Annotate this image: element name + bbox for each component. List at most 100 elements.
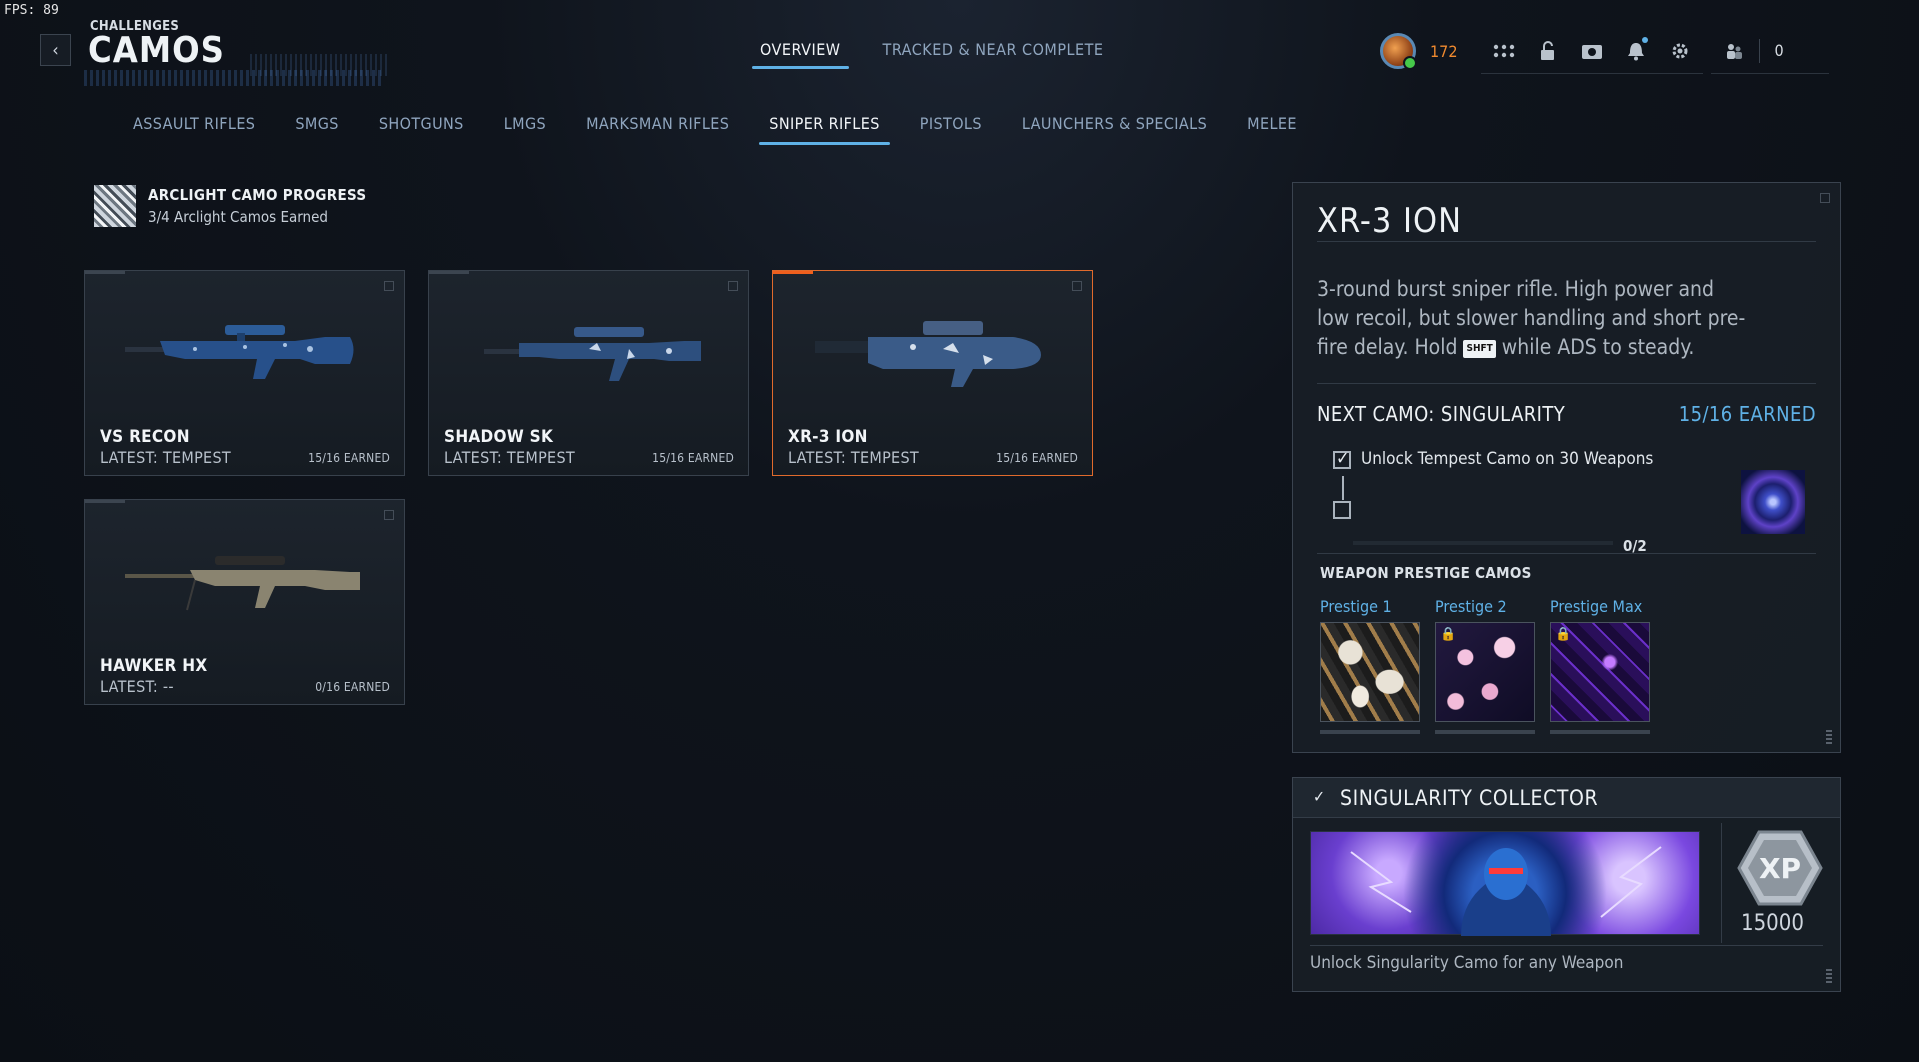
lock-icon: 🔒 xyxy=(1555,627,1572,642)
tab-overview[interactable]: OVERVIEW xyxy=(752,40,849,69)
tab-lmgs[interactable]: LMGS xyxy=(504,114,546,145)
party-icon[interactable] xyxy=(1723,40,1745,62)
divider xyxy=(1317,383,1816,384)
tab-launchers-specials[interactable]: LAUNCHERS & SPECIALS xyxy=(1022,114,1207,145)
notification-dot xyxy=(1642,36,1649,43)
panel-corner xyxy=(1820,193,1830,203)
tab-smgs[interactable]: SMGS xyxy=(295,114,338,145)
prestige-label: Prestige Max xyxy=(1550,597,1643,616)
weapon-card-vs-recon[interactable]: VS RECON LATEST: TEMPEST 15/16 EARNED xyxy=(84,270,405,476)
prestige-camo-tile: 🔒 xyxy=(1435,622,1535,722)
divider xyxy=(1317,241,1816,242)
sniper-rifle-image xyxy=(484,327,701,381)
prestige-label: Prestige 2 xyxy=(1435,597,1507,616)
prestige-camo-2[interactable]: Prestige 2 🔒 xyxy=(1435,597,1535,734)
title-decoration xyxy=(250,54,390,76)
sniper-rifle-image xyxy=(125,325,354,379)
card-corner xyxy=(384,281,394,291)
xp-reward-amount: 15000 xyxy=(1741,911,1804,936)
card-accent xyxy=(429,271,469,274)
divider xyxy=(1759,38,1761,63)
arclight-camo-thumbnail xyxy=(94,185,136,227)
requirement-checkbox xyxy=(1333,501,1351,519)
tab-assault-rifles[interactable]: ASSAULT RIFLES xyxy=(133,114,255,145)
prestige-camo-1[interactable]: Prestige 1 xyxy=(1320,597,1420,734)
requirement-text: Unlock Tempest Camo on 30 Weapons xyxy=(1361,449,1654,469)
arclight-subtitle: 3/4 Arclight Camos Earned xyxy=(148,208,328,226)
chevron-left-icon: ‹ xyxy=(52,39,59,61)
weapon-name: XR-3 ION xyxy=(788,427,868,447)
description-text: while ADS to steady. xyxy=(1495,335,1695,359)
party-count: 0 xyxy=(1774,41,1784,60)
card-accent xyxy=(773,271,813,274)
quick-icons xyxy=(1481,28,1704,74)
singularity-camo-thumbnail[interactable] xyxy=(1741,470,1805,534)
collector-reward-banner xyxy=(1310,831,1700,936)
gear-icon[interactable] xyxy=(1669,40,1691,62)
lock-icon: 🔒 xyxy=(1440,627,1457,642)
tab-marksman-rifles[interactable]: MARKSMAN RIFLES xyxy=(586,114,729,145)
next-camo-label: NEXT CAMO: SINGULARITY xyxy=(1317,402,1566,426)
arclight-progress[interactable]: ARCLIGHT CAMO PROGRESS 3/4 Arclight Camo… xyxy=(94,185,366,227)
resize-handle-icon xyxy=(1826,730,1832,744)
weapon-earned-count: 0/16 EARNED xyxy=(315,680,390,694)
tab-sniper-rifles[interactable]: SNIPER RIFLES xyxy=(759,114,891,145)
grid-icon[interactable] xyxy=(1493,40,1515,62)
weapon-latest-camo: LATEST: -- xyxy=(100,677,174,696)
divider xyxy=(1721,823,1722,943)
prestige-label: Prestige 1 xyxy=(1320,597,1392,616)
weapon-latest-camo: LATEST: TEMPEST xyxy=(788,448,919,467)
sniper-rifle-image xyxy=(815,321,1041,387)
xp-badge-icon: XP xyxy=(1737,830,1823,906)
resize-handle-icon xyxy=(1826,969,1832,983)
weapon-name: VS RECON xyxy=(100,427,190,447)
prestige-camo-max[interactable]: Prestige Max 🔒 xyxy=(1550,597,1650,734)
requirement-connector xyxy=(1342,476,1344,500)
collector-title: SINGULARITY COLLECTOR xyxy=(1340,786,1599,810)
back-button[interactable]: ‹ xyxy=(40,34,71,66)
tab-tracked-near-complete[interactable]: TRACKED & NEAR COMPLETE xyxy=(883,40,1104,69)
divider xyxy=(1317,553,1816,554)
prestige-camo-tile xyxy=(1320,622,1420,722)
player-level: 172 xyxy=(1430,41,1458,61)
collector-description: Unlock Singularity Camo for any Weapon xyxy=(1310,953,1624,973)
weapon-card-shadow-sk[interactable]: SHADOW SK LATEST: TEMPEST 15/16 EARNED xyxy=(428,270,749,476)
tab-melee[interactable]: MELEE xyxy=(1247,114,1297,145)
divider xyxy=(1310,945,1823,946)
card-corner xyxy=(728,281,738,291)
weapon-earned-count: 15/16 EARNED xyxy=(996,451,1078,465)
checkmark-icon: ✓ xyxy=(1313,787,1326,806)
tab-shotguns[interactable]: SHOTGUNS xyxy=(379,114,464,145)
card-corner xyxy=(1072,281,1082,291)
top-tabs: OVERVIEW TRACKED & NEAR COMPLETE xyxy=(752,40,1104,69)
weapon-category-tabs: ASSAULT RIFLES SMGS SHOTGUNS LMGS MARKSM… xyxy=(133,114,1337,145)
card-corner xyxy=(384,510,394,520)
prestige-progress-bar xyxy=(1320,730,1420,734)
player-avatar[interactable] xyxy=(1380,33,1417,70)
sniper-rifle-image xyxy=(125,556,360,611)
detail-weapon-name: XR-3 ION xyxy=(1317,201,1462,241)
weapon-card-xr-3-ion[interactable]: XR-3 ION LATEST: TEMPEST 15/16 EARNED xyxy=(772,270,1093,476)
lock-icon[interactable] xyxy=(1537,40,1559,62)
page-title: CAMOS xyxy=(88,30,225,71)
collector-header[interactable]: ✓ SINGULARITY COLLECTOR xyxy=(1293,778,1840,818)
party-group: 0 xyxy=(1711,28,1830,74)
card-accent xyxy=(85,500,125,503)
requirement-progress-bar xyxy=(1353,541,1613,545)
bell-icon[interactable] xyxy=(1625,36,1649,62)
card-accent xyxy=(85,271,125,274)
fps-counter: FPS: 89 xyxy=(4,3,59,18)
weapon-name: HAWKER HX xyxy=(100,656,208,676)
weapon-detail-panel: XR-3 ION 3-round burst sniper rifle. Hig… xyxy=(1292,182,1841,753)
xp-badge-label: XP xyxy=(1759,852,1801,885)
weapon-latest-camo: LATEST: TEMPEST xyxy=(100,448,231,467)
key-prompt: SHFT xyxy=(1463,340,1496,358)
arclight-title: ARCLIGHT CAMO PROGRESS xyxy=(148,186,367,204)
weapon-name: SHADOW SK xyxy=(444,427,554,447)
prestige-progress-bar xyxy=(1550,730,1650,734)
next-camo-earned: 15/16 EARNED xyxy=(1678,402,1816,426)
player-bar: 172 0 xyxy=(1380,28,1830,74)
weapon-card-hawker-hx[interactable]: HAWKER HX LATEST: -- 0/16 EARNED xyxy=(84,499,405,705)
camera-icon[interactable] xyxy=(1581,40,1603,62)
tab-pistols[interactable]: PISTOLS xyxy=(920,114,982,145)
